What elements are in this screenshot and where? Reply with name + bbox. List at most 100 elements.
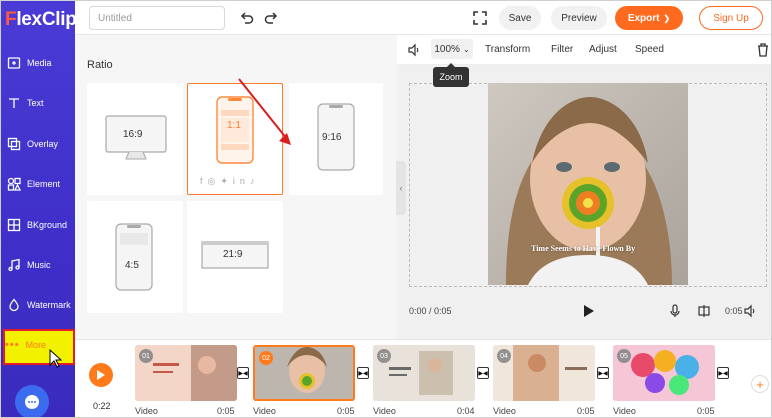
top-bar: Untitled Save Preview Export ❯ Sign Up (75, 1, 771, 35)
sidebar-item-media[interactable]: Media (1, 51, 75, 75)
add-clip-button[interactable]: + (751, 375, 769, 393)
social-icons: f◎✦in♪ (200, 176, 259, 187)
save-button[interactable]: Save (499, 6, 541, 30)
filter-button[interactable]: Filter (551, 44, 573, 55)
timeline-total-time: 0:22 (93, 401, 111, 411)
sidebar-item-label: Overlay (27, 139, 59, 149)
flexclip-logo[interactable]: FlexClip (5, 9, 77, 31)
transition-button[interactable]: ▶◀ (477, 367, 489, 379)
tiktok-icon: ♪ (249, 176, 260, 186)
play-icon[interactable] (583, 304, 595, 318)
transition-button[interactable]: ▶◀ (237, 367, 249, 379)
watermark-icon (7, 298, 21, 312)
chevron-down-icon: ⌄ (462, 44, 470, 54)
background-icon (7, 218, 21, 232)
timeline-play-button[interactable] (89, 363, 113, 387)
sidebar-item-label: BKground (27, 220, 68, 230)
ratio-label: 9:16 (322, 132, 342, 143)
app-window: FlexClip Media Text Overlay Element BKgr… (0, 0, 772, 418)
sidebar-item-bkground[interactable]: BKground (1, 213, 75, 237)
ratio-option-4-5[interactable]: 4:5 (87, 201, 183, 313)
timeline-clip[interactable]: 01 (135, 345, 237, 401)
sidebar-item-music[interactable]: Music (1, 253, 75, 277)
clip-number: 04 (497, 349, 511, 363)
preview-button[interactable]: Preview (551, 6, 607, 30)
linkedin-icon: in (232, 176, 250, 186)
undo-icon[interactable] (239, 10, 255, 26)
transform-button[interactable]: Transform (485, 44, 530, 55)
transition-button[interactable]: ▶◀ (597, 367, 609, 379)
clip-label: Video (373, 406, 396, 416)
timeline-clip[interactable]: 05 (613, 345, 715, 401)
sidebar-item-watermark[interactable]: Watermark (1, 293, 75, 317)
transition-icon: ▶◀ (718, 370, 728, 377)
playback-time: 0:00 / 0:05 (409, 306, 452, 316)
clip-duration-label: 0:04 (457, 406, 475, 416)
ratio-label: 21:9 (223, 249, 243, 260)
sidebar-item-overlay[interactable]: Overlay (1, 132, 75, 156)
element-icon (7, 177, 21, 191)
fullscreen-icon[interactable] (473, 11, 487, 25)
sidebar-item-label: Text (27, 98, 44, 108)
clip-volume-icon[interactable] (743, 304, 757, 318)
clip-label: Video (493, 406, 516, 416)
mouse-cursor-icon (49, 348, 63, 374)
ratio-label: 16:9 (123, 129, 143, 140)
adjust-button[interactable]: Adjust (589, 44, 617, 55)
ratio-panel: Ratio 16:9 1:1 f◎✦in♪ 9:16 4:5 21:9 (75, 35, 397, 339)
transition-button[interactable]: ▶◀ (717, 367, 729, 379)
trash-icon[interactable] (757, 43, 769, 57)
video-caption-text[interactable]: Time Seems to Have Flown By (531, 244, 635, 253)
ratio-label: 4:5 (125, 260, 139, 271)
split-icon[interactable] (697, 304, 711, 318)
sign-up-button[interactable]: Sign Up (699, 6, 763, 30)
microphone-icon[interactable] (669, 304, 681, 318)
clip-number: 03 (377, 349, 391, 363)
clip-duration-label: 0:05 (337, 406, 355, 416)
plus-icon: + (756, 376, 764, 392)
overlay-icon (7, 137, 21, 151)
facebook-icon: f (200, 176, 208, 186)
media-icon (7, 56, 21, 70)
ratio-title: Ratio (87, 59, 113, 71)
sidebar-item-label: Element (27, 179, 61, 189)
timeline-clip[interactable]: 04 (493, 345, 595, 401)
timeline-clip-selected[interactable]: 02 (253, 345, 355, 401)
twitter-icon: ✦ (220, 176, 233, 186)
transition-icon: ▶◀ (478, 370, 488, 377)
redo-icon[interactable] (263, 10, 279, 26)
chat-icon (25, 395, 39, 409)
ratio-option-16-9[interactable]: 16:9 (87, 83, 183, 195)
music-icon (7, 258, 21, 272)
collapse-panel-button[interactable]: ‹ (396, 161, 406, 215)
ratio-option-21-9[interactable]: 21:9 (187, 201, 283, 313)
speed-button[interactable]: Speed (635, 44, 664, 55)
sidebar-item-label: Media (27, 58, 52, 68)
project-title-input[interactable]: Untitled (89, 6, 225, 30)
sidebar-item-label: Watermark (27, 300, 71, 310)
sidebar-item-label: More (25, 340, 47, 350)
zoom-select[interactable]: 100% ⌄ (431, 39, 473, 59)
sidebar-item-more[interactable]: ••• More (5, 339, 46, 351)
transition-icon: ▶◀ (238, 370, 248, 377)
timeline-clip[interactable]: 03 (373, 345, 475, 401)
sidebar: FlexClip Media Text Overlay Element BKgr… (1, 1, 77, 417)
preview-video-frame[interactable] (488, 83, 688, 285)
transition-icon: ▶◀ (598, 370, 608, 377)
instagram-icon: ◎ (207, 176, 221, 186)
chevron-down-icon: ❯ (663, 13, 671, 23)
export-button[interactable]: Export ❯ (615, 6, 683, 30)
sidebar-item-text[interactable]: Text (1, 91, 75, 115)
transition-icon: ▶◀ (358, 370, 368, 377)
ratio-option-9-16[interactable]: 9:16 (289, 83, 383, 195)
transition-button[interactable]: ▶◀ (357, 367, 369, 379)
zoom-tooltip: Zoom (433, 63, 469, 87)
sidebar-item-label: Music (27, 260, 51, 270)
girl-lollipop-image (488, 83, 688, 285)
clip-label: Video (135, 406, 158, 416)
chat-button[interactable] (15, 385, 49, 417)
clip-duration-label: 0:05 (217, 406, 235, 416)
sidebar-item-element[interactable]: Element (1, 172, 75, 196)
volume-icon[interactable] (407, 43, 421, 57)
red-arrow-annotation (238, 78, 291, 145)
